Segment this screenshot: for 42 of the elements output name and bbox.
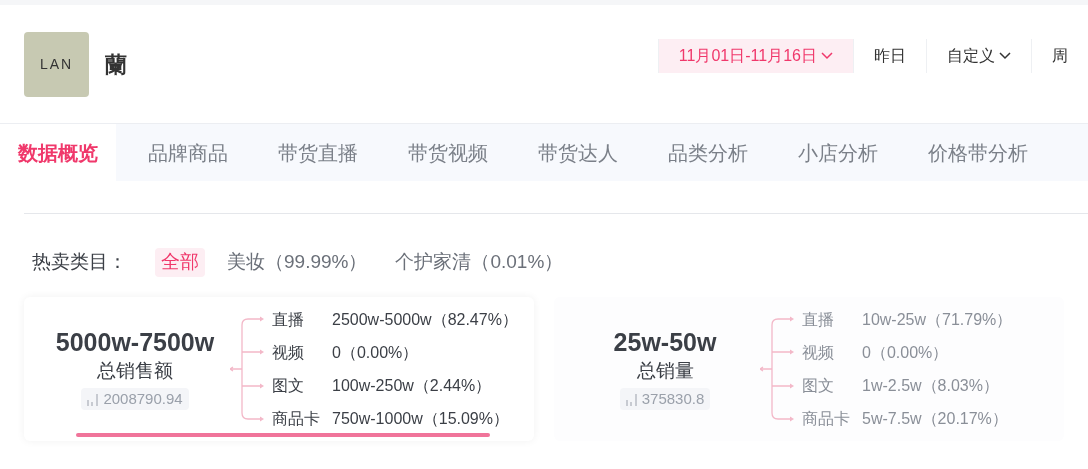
channel-label: 商品卡 (272, 408, 321, 429)
channel-label: 视频 (272, 342, 305, 363)
exact-value-tag: 375830.8 (619, 387, 711, 411)
category-filter[interactable]: 个护家清（0.01%） (389, 248, 570, 277)
channel-label: 直播 (802, 309, 835, 330)
channel-label: 直播 (272, 309, 305, 330)
bar-chart-icon (625, 392, 638, 407)
nav-tab[interactable]: 带货直播 (260, 124, 376, 181)
chevron-down-icon (999, 52, 1011, 60)
metric-label: 总销售额 (97, 358, 173, 383)
category-label: 热卖类目： (32, 250, 127, 274)
category-filter[interactable]: 全部 (155, 248, 205, 277)
channel-value: 2500w-5000w（82.47%） (332, 309, 518, 330)
metric-value: 25w-50w (613, 326, 717, 358)
nav-tab[interactable]: 价格带分析 (910, 124, 1046, 181)
brand-logo: LAN (24, 31, 89, 97)
category-filter[interactable]: 美妆（99.99%） (221, 248, 374, 277)
nav-tab[interactable]: 品类分析 (650, 124, 766, 181)
channel-value: 5w-7.5w（20.17%） (862, 408, 1008, 429)
chevron-down-icon (821, 52, 833, 60)
nav-tab[interactable]: 带货视频 (390, 124, 506, 181)
metric-card[interactable]: 5000w-7500w 总销售额 2008790.94 直播 2500w-5000w（82.47%） 视频 0（0.00%） 图文 100w-250w（2.44%） 商品卡 750w-1000w（15.09%） (24, 296, 534, 441)
channel-label: 视频 (802, 342, 835, 363)
channel-value: 100w-250w（2.44%） (332, 375, 492, 396)
exact-value-tag: 2008790.94 (81, 387, 189, 411)
bar-chart-icon (87, 392, 100, 407)
channel-value: 0（0.00%） (862, 342, 949, 363)
metric-label: 总销量 (636, 358, 694, 383)
nav-tab[interactable]: 品牌商品 (130, 124, 246, 181)
brand-name: 蘭 (105, 50, 127, 79)
channel-value: 0（0.00%） (332, 342, 419, 363)
channel-label: 图文 (272, 375, 305, 396)
channel-value: 10w-25w（71.79%） (862, 309, 1013, 330)
nav-tab[interactable]: 带货达人 (520, 124, 636, 181)
channel-label: 商品卡 (802, 408, 851, 429)
channel-value: 750w-1000w（15.09%） (332, 408, 509, 429)
channel-value: 1w-2.5w（8.03%） (862, 375, 999, 396)
metric-value: 5000w-7500w (55, 326, 215, 358)
channel-label: 图文 (802, 375, 835, 396)
nav-tab[interactable]: 数据概览 (0, 124, 116, 181)
nav-tab[interactable]: 小店分析 (780, 124, 896, 181)
date-filter-button[interactable]: 11月01日-11月16日 (657, 39, 853, 73)
